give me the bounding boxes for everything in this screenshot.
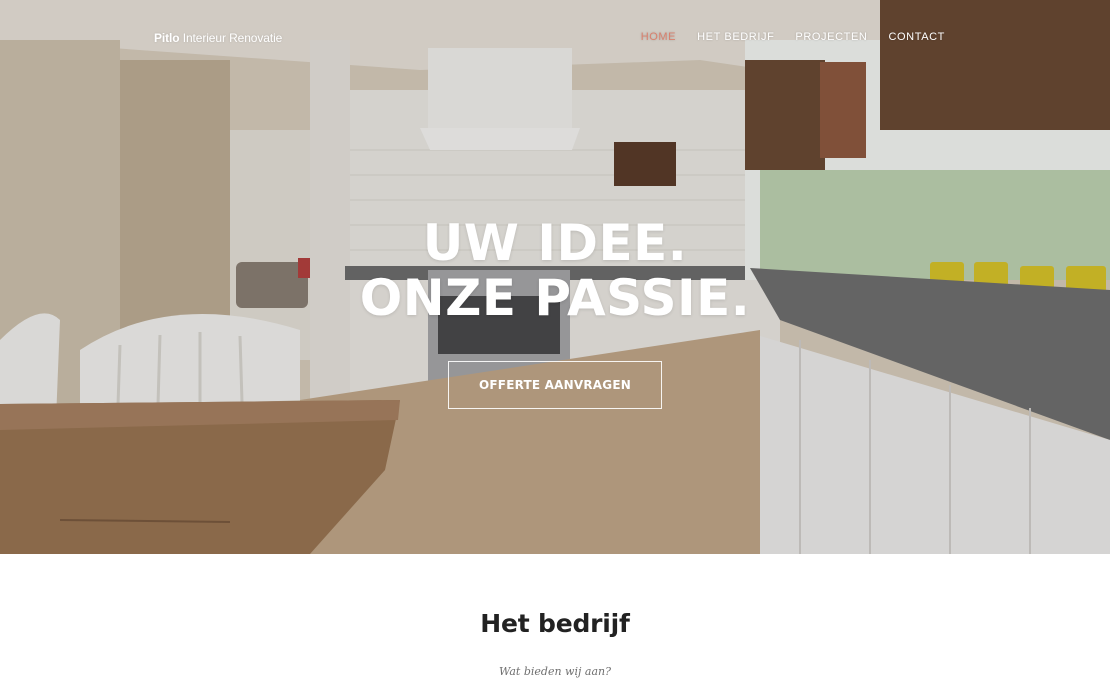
nav-item-contact[interactable]: CONTACT xyxy=(888,29,945,45)
hero-headline: UW IDEE. ONZE PASSIE. xyxy=(0,216,1110,326)
section-title: Het bedrijf xyxy=(480,609,630,638)
hero-section: Pitlo Interieur Renovatie HOME HET BEDRI… xyxy=(0,0,1110,554)
brand-name: Pitlo xyxy=(154,31,180,45)
section-subtitle: Wat bieden wij aan? xyxy=(499,665,611,678)
brand-tagline: Interieur Renovatie xyxy=(182,31,283,45)
quote-request-button[interactable]: OFFERTE AANVRAGEN xyxy=(448,361,662,409)
nav-item-home[interactable]: HOME xyxy=(641,29,676,45)
nav-item-het-bedrijf[interactable]: HET BEDRIJF xyxy=(697,29,774,45)
main-nav: HOME HET BEDRIJF PROJECTEN CONTACT xyxy=(641,29,945,45)
hero-headline-line-2: ONZE PASSIE. xyxy=(359,269,751,327)
nav-item-projecten[interactable]: PROJECTEN xyxy=(795,29,867,45)
hero-headline-line-1: UW IDEE. xyxy=(422,214,688,272)
brand-logo[interactable]: Pitlo Interieur Renovatie xyxy=(154,29,282,47)
